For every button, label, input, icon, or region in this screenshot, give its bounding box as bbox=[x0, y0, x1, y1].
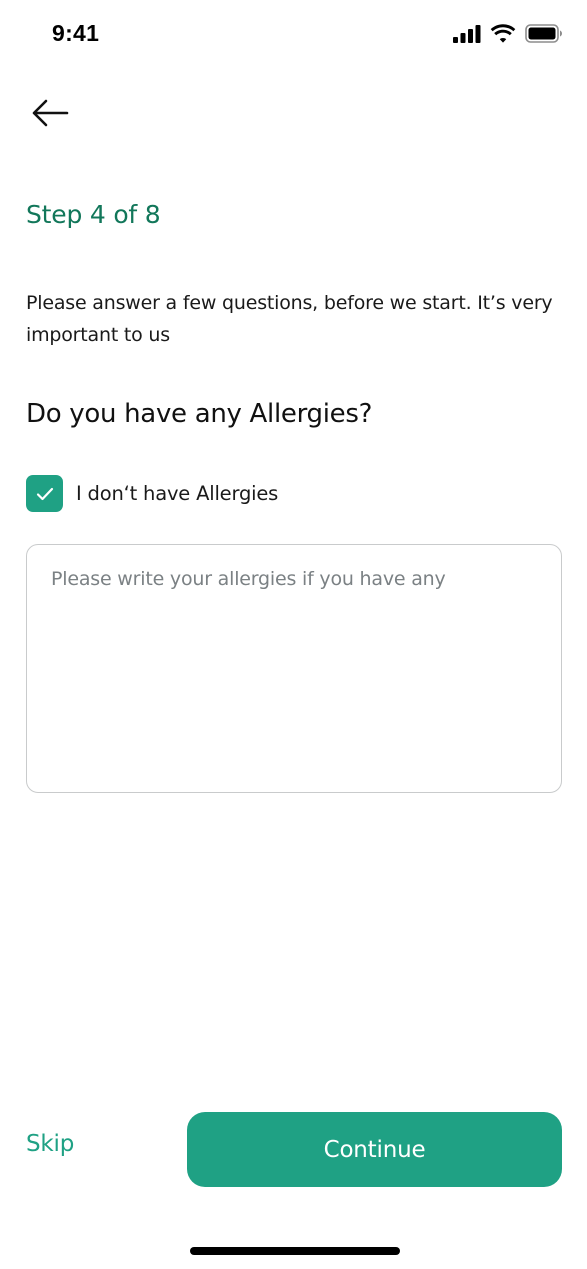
battery-icon bbox=[525, 24, 562, 43]
intro-text: Please answer a few questions, before we… bbox=[26, 292, 553, 346]
back-button[interactable] bbox=[26, 92, 74, 134]
status-time: 9:41 bbox=[52, 20, 100, 46]
question-title: Do you have any Allergies? bbox=[26, 399, 373, 429]
arrow-left-icon bbox=[32, 99, 69, 127]
skip-button[interactable]: Skip bbox=[26, 1131, 74, 1157]
continue-button[interactable]: Continue bbox=[187, 1112, 562, 1187]
screen: 9:41 Step 4 of 8 Please answer a few que… bbox=[0, 0, 587, 1269]
status-icons bbox=[453, 24, 563, 43]
allergies-input[interactable] bbox=[26, 544, 562, 793]
wifi-icon bbox=[490, 24, 516, 43]
step-indicator: Step 4 of 8 bbox=[26, 200, 161, 229]
no-allergies-checkbox[interactable] bbox=[26, 475, 63, 512]
status-bar: 9:41 bbox=[0, 0, 587, 70]
cellular-signal-icon bbox=[453, 24, 481, 43]
no-allergies-checkbox-row[interactable]: I don‘t have Allergies bbox=[26, 475, 278, 512]
checkmark-icon bbox=[36, 487, 53, 500]
no-allergies-label: I don‘t have Allergies bbox=[76, 482, 279, 505]
home-indicator bbox=[190, 1247, 400, 1255]
